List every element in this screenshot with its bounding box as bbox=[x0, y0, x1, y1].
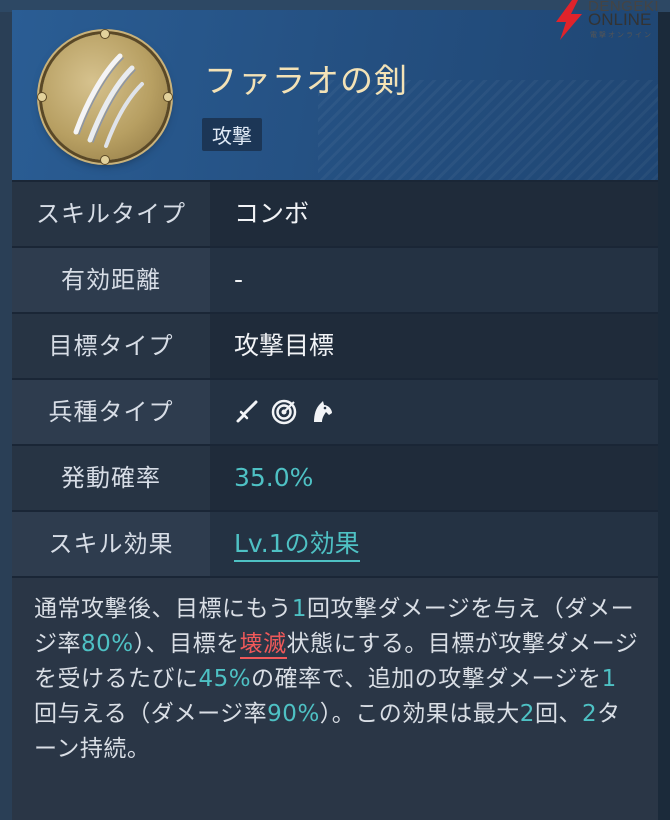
attribute-value: Lv.1の効果 bbox=[210, 512, 658, 576]
desc-text-segment: ）、目標を bbox=[133, 631, 240, 657]
attribute-row-troop-type: 兵種タイプ bbox=[12, 380, 658, 444]
emblem-stud bbox=[164, 93, 172, 101]
attribute-row-activation-rate: 発動確率 35.0% bbox=[12, 446, 658, 510]
attribute-row-skill-effect: スキル効果 Lv.1の効果 bbox=[12, 512, 658, 576]
attribute-row-target-type: 目標タイプ 攻撃目標 bbox=[12, 314, 658, 378]
skill-detail-panel: ファラオの剣 攻撃 スキルタイプ コンボ 有効距離 - 目標タイプ 攻撃目標 兵… bbox=[12, 10, 658, 820]
desc-text-segment: 回、 bbox=[534, 701, 582, 727]
emblem-stud bbox=[38, 93, 46, 101]
desc-number: 2 bbox=[519, 701, 535, 727]
desc-text-segment: の確率で、追加の攻撃ダメージを bbox=[251, 666, 602, 692]
skill-name: ファラオの剣 bbox=[204, 61, 408, 100]
claw-marks-icon bbox=[73, 53, 144, 148]
desc-text-segment: 回与える（ダメージ率 bbox=[34, 701, 268, 727]
target-bow-icon bbox=[271, 399, 297, 425]
attribute-label: 兵種タイプ bbox=[12, 380, 210, 444]
desc-number: 1 bbox=[601, 666, 617, 692]
desc-number: 45% bbox=[198, 666, 252, 692]
watermark-line3: 電撃オンライン bbox=[590, 32, 653, 39]
skill-category-badge: 攻撃 bbox=[202, 118, 262, 151]
attribute-row-skill-type: スキルタイプ コンボ bbox=[12, 182, 658, 246]
status-keyword-link[interactable]: 壊滅 bbox=[239, 631, 287, 659]
emblem-stud bbox=[101, 30, 109, 38]
watermark-line2: ONLINE bbox=[588, 10, 652, 29]
attribute-label: 目標タイプ bbox=[12, 314, 210, 378]
skill-attributes-table: スキルタイプ コンボ 有効距離 - 目標タイプ 攻撃目標 兵種タイプ 発動確率 … bbox=[12, 182, 658, 578]
desc-number: 80% bbox=[81, 631, 134, 657]
emblem-stud bbox=[101, 156, 109, 164]
activation-rate-value: 35.0% bbox=[210, 446, 658, 510]
attribute-label: スキル効果 bbox=[12, 512, 210, 576]
desc-text-segment: 通常攻撃後、目標にもう bbox=[34, 596, 292, 622]
attribute-value: コンボ bbox=[210, 182, 658, 246]
skill-description: 通常攻撃後、目標にもう1回攻撃ダメージを与え（ダメージ率80%）、目標を壊滅状態… bbox=[12, 578, 658, 820]
lightning-bolt-icon bbox=[556, 0, 582, 40]
attribute-row-range: 有効距離 - bbox=[12, 248, 658, 312]
attribute-label: 有効距離 bbox=[12, 248, 210, 312]
attribute-label: 発動確率 bbox=[12, 446, 210, 510]
watermark-logo: DENGEKI ONLINE 電撃オンライン bbox=[552, 0, 670, 40]
attribute-value bbox=[210, 380, 658, 444]
attribute-value: 攻撃目標 bbox=[210, 314, 658, 378]
description-text: 通常攻撃後、目標にもう1回攻撃ダメージを与え（ダメージ率80%）、目標を壊滅状態… bbox=[34, 592, 640, 767]
attribute-value: - bbox=[210, 248, 658, 312]
desc-number: 90% bbox=[267, 701, 320, 727]
desc-text-segment: ）。この効果は最大 bbox=[319, 701, 520, 727]
sword-icon bbox=[236, 400, 258, 423]
claw-emblem-icon bbox=[38, 30, 172, 164]
desc-number: 2 bbox=[581, 701, 598, 727]
desc-number: 1 bbox=[291, 596, 307, 622]
troop-type-icons bbox=[234, 380, 658, 444]
effect-level-link[interactable]: Lv.1の効果 bbox=[234, 529, 360, 562]
horse-head-icon bbox=[314, 401, 332, 422]
attribute-label: スキルタイプ bbox=[12, 182, 210, 246]
